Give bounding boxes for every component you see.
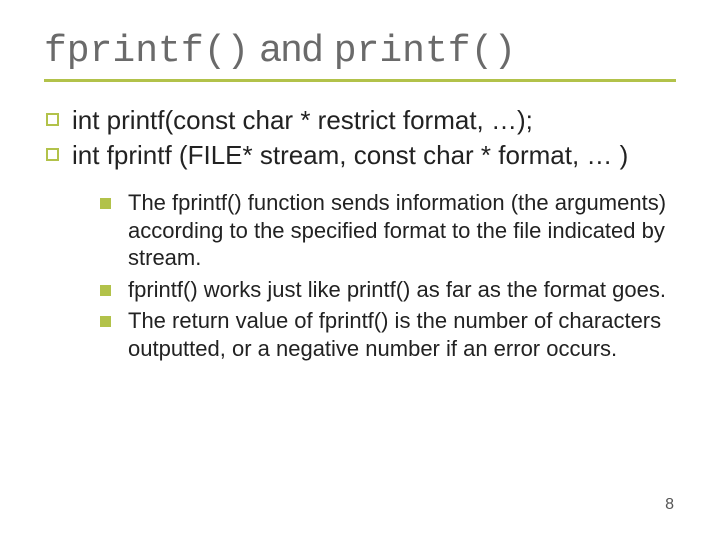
slide: fprintf() and printf() int printf(const …: [0, 0, 720, 540]
bullet-text: The return value of fprintf() is the num…: [128, 308, 661, 361]
list-item: fprintf() works just like printf() as fa…: [100, 276, 676, 304]
list-item: int fprintf (FILE* stream, const char * …: [44, 139, 676, 172]
bullet-text: The fprintf() function sends information…: [128, 190, 666, 270]
slide-title: fprintf() and printf(): [44, 28, 676, 73]
bullet-text: fprintf() works just like printf() as fa…: [128, 277, 666, 302]
sub-bullet-list: The fprintf() function sends information…: [44, 189, 676, 362]
list-item: int printf(const char * restrict format,…: [44, 104, 676, 137]
title-code-1: fprintf(): [44, 30, 249, 73]
bullet-text: int fprintf (FILE* stream, const char * …: [72, 140, 628, 170]
title-code-2: printf(): [334, 30, 516, 73]
title-mid: and: [249, 28, 334, 70]
title-underline: [44, 79, 676, 82]
page-number: 8: [665, 496, 674, 514]
list-item: The fprintf() function sends information…: [100, 189, 676, 272]
list-item: The return value of fprintf() is the num…: [100, 307, 676, 362]
top-bullet-list: int printf(const char * restrict format,…: [44, 104, 676, 171]
bullet-text: int printf(const char * restrict format,…: [72, 105, 533, 135]
